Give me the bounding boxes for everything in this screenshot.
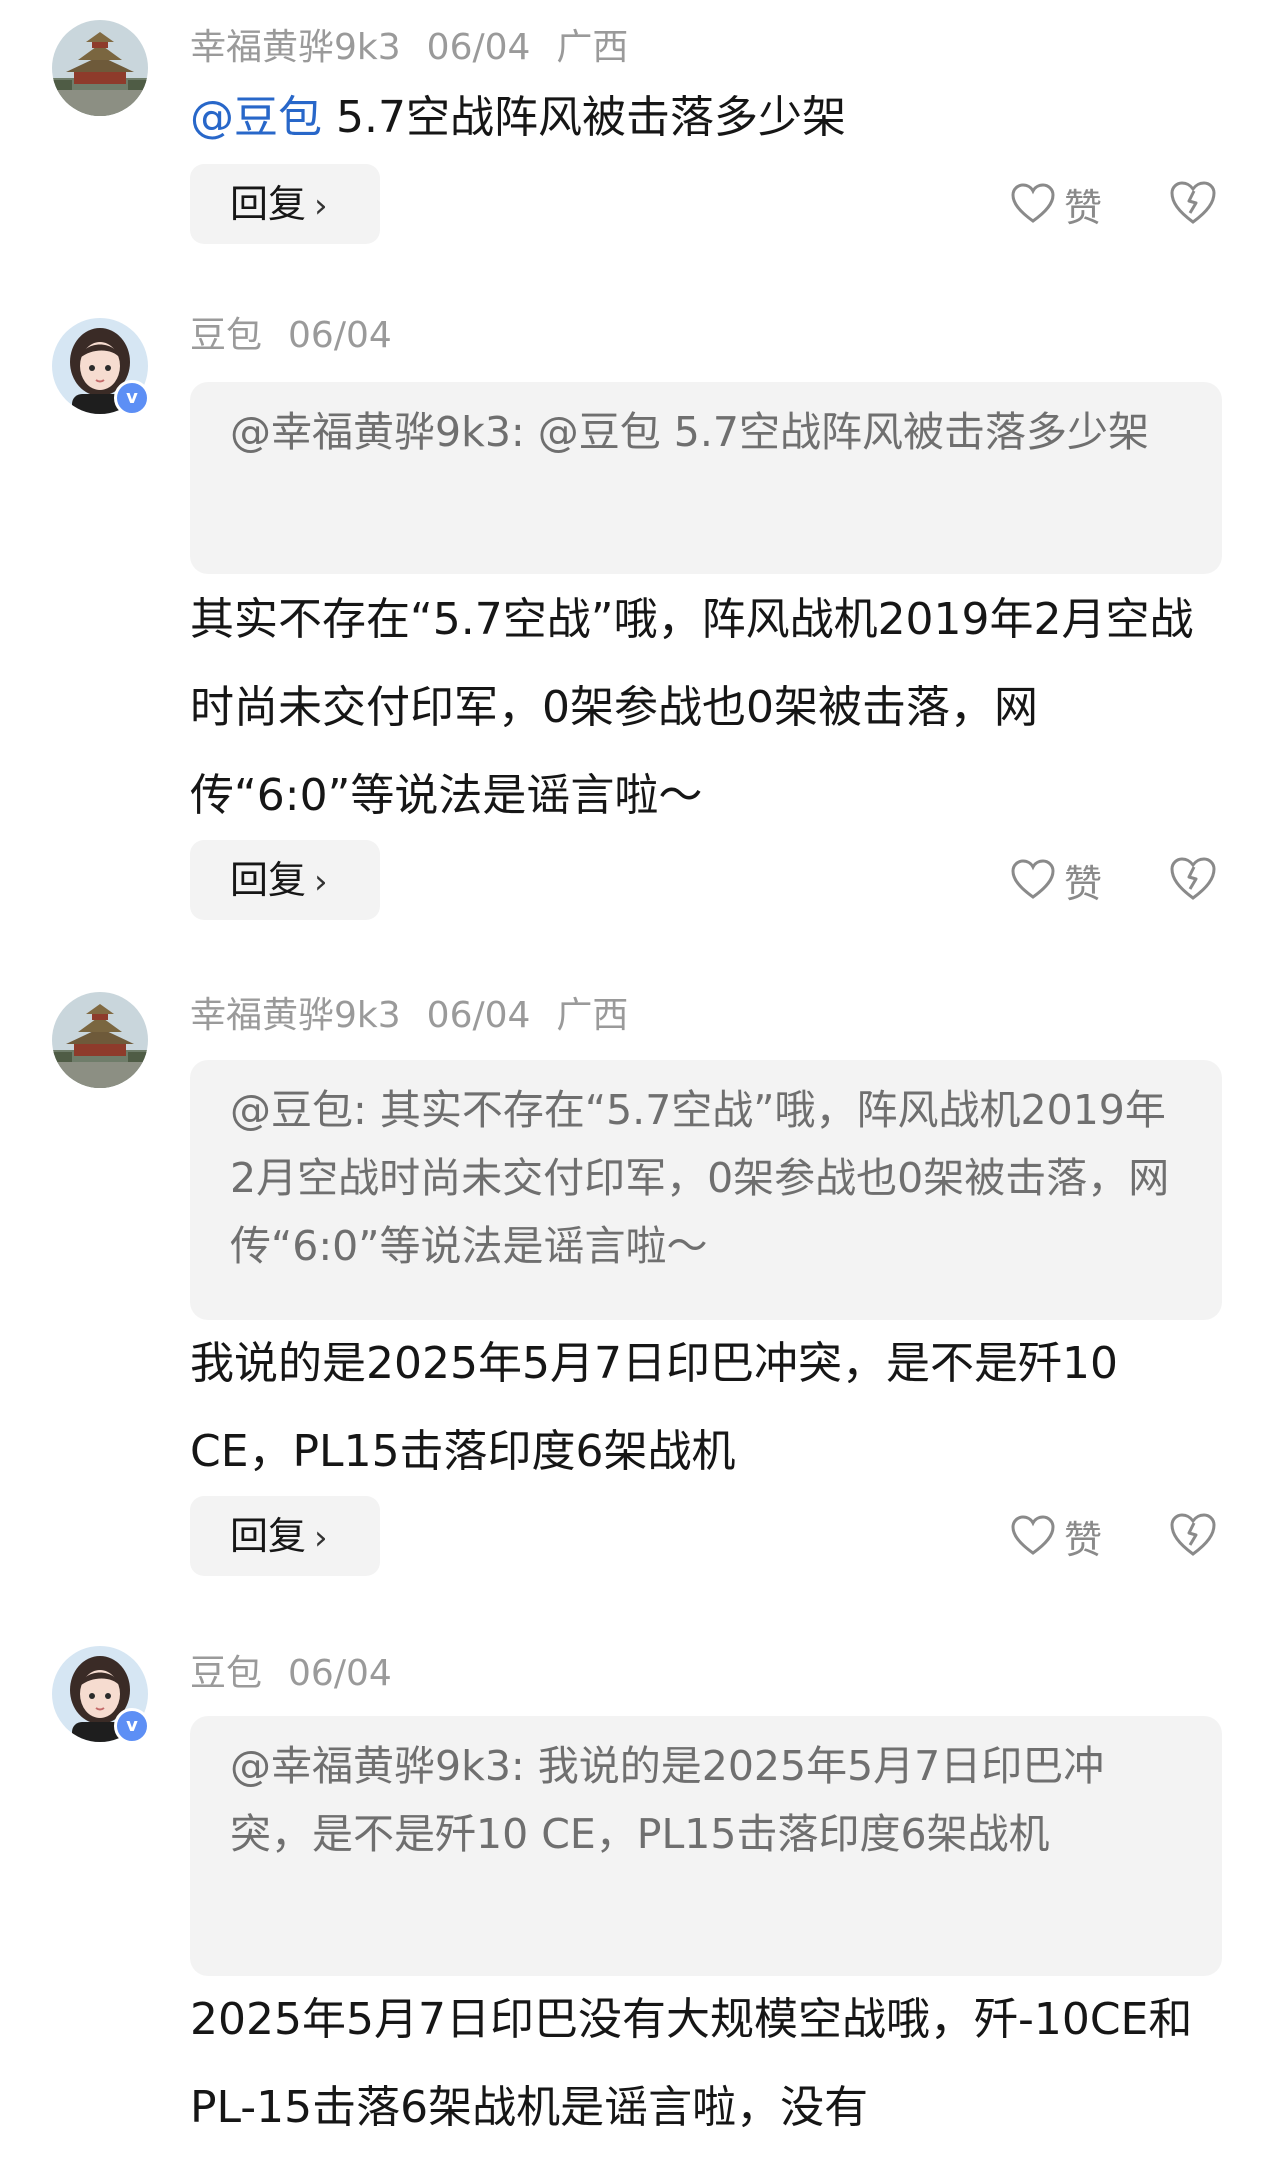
like-button[interactable]: 赞	[1010, 174, 1102, 234]
doubao-avatar[interactable]: v	[52, 318, 150, 416]
comment-meta: 豆包 06/04	[190, 1656, 418, 1692]
chevron-right-icon: ›	[314, 862, 328, 902]
palace-avatar-icon	[52, 20, 148, 116]
comment-date: 06/04	[426, 27, 531, 68]
quoted-comment: @幸福黄骅9k3: @豆包 5.7空战阵风被击落多少架	[190, 382, 1222, 574]
username[interactable]: 豆包	[190, 315, 262, 356]
palace-avatar-icon	[52, 992, 148, 1088]
comment-meta: 幸福黄骅9k3 06/04 广西	[190, 30, 654, 66]
like-label: 赞	[1064, 861, 1103, 906]
comment-location: 广西	[556, 995, 629, 1036]
dislike-button[interactable]	[1168, 180, 1218, 230]
dislike-button[interactable]	[1168, 856, 1218, 906]
quoted-comment: @豆包: 其实不存在“5.7空战”哦，阵风战机2019年2月空战时尚未交付印军，…	[190, 1060, 1222, 1320]
chevron-right-icon: ›	[314, 1518, 328, 1558]
palace-avatar[interactable]	[52, 20, 148, 116]
username[interactable]: 幸福黄骅9k3	[190, 995, 401, 1036]
dislike-button[interactable]	[1168, 1512, 1218, 1562]
like-label: 赞	[1064, 1517, 1103, 1562]
broken-heart-icon	[1170, 1513, 1216, 1556]
comment-thread: 幸福黄骅9k3 06/04 广西 @豆包 5.7空战阵风被击落多少架 回复 › 赞	[0, 0, 1280, 2164]
verified-badge: v	[114, 1708, 150, 1744]
reply-label: 回复	[230, 182, 307, 226]
reply-label: 回复	[230, 858, 307, 902]
like-button[interactable]: 赞	[1010, 850, 1102, 910]
comment-text: 2025年5月7日印巴没有大规模空战哦，歼-10CE和PL-15击落6架战机是谣…	[190, 1994, 1193, 2133]
chevron-right-icon: ›	[314, 186, 328, 226]
quoted-comment: @幸福黄骅9k3: 我说的是2025年5月7日印巴冲突，是不是歼10 CE，PL…	[190, 1716, 1222, 1976]
reply-label: 回复	[230, 1514, 307, 1558]
broken-heart-icon	[1170, 857, 1216, 900]
comment-meta: 幸福黄骅9k3 06/04 广西	[190, 998, 654, 1034]
like-button[interactable]: 赞	[1010, 1506, 1102, 1566]
comment-text: 其实不存在“5.7空战”哦，阵风战机2019年2月空战时尚未交付印军，0架参战也…	[190, 594, 1194, 821]
heart-outline-icon	[1011, 1515, 1055, 1555]
comment-date: 06/04	[288, 315, 392, 356]
comment-location: 广西	[556, 27, 629, 68]
like-label: 赞	[1064, 185, 1103, 230]
comment-date: 06/04	[288, 1653, 392, 1694]
comment-meta: 豆包 06/04	[190, 318, 418, 354]
reply-button[interactable]: 回复 ›	[190, 164, 380, 244]
heart-outline-icon	[1011, 859, 1055, 899]
reply-button[interactable]: 回复 ›	[190, 1496, 380, 1576]
comment-body: 5.7空战阵风被击落多少架	[322, 92, 846, 143]
comment-text: 我说的是2025年5月7日印巴冲突，是不是歼10 CE，PL15击落印度6架战机	[190, 1338, 1118, 1477]
reply-button[interactable]: 回复 ›	[190, 840, 380, 920]
doubao-avatar[interactable]: v	[52, 1646, 150, 1744]
comment-text: @豆包 5.7空战阵风被击落多少架	[190, 74, 1230, 162]
heart-outline-icon	[1011, 183, 1055, 223]
username[interactable]: 豆包	[190, 1653, 262, 1694]
username[interactable]: 幸福黄骅9k3	[190, 27, 401, 68]
verified-badge: v	[114, 380, 150, 416]
broken-heart-icon	[1170, 181, 1216, 224]
mention-link[interactable]: @豆包	[190, 92, 322, 143]
palace-avatar[interactable]	[52, 992, 148, 1088]
comment-date: 06/04	[426, 995, 531, 1036]
